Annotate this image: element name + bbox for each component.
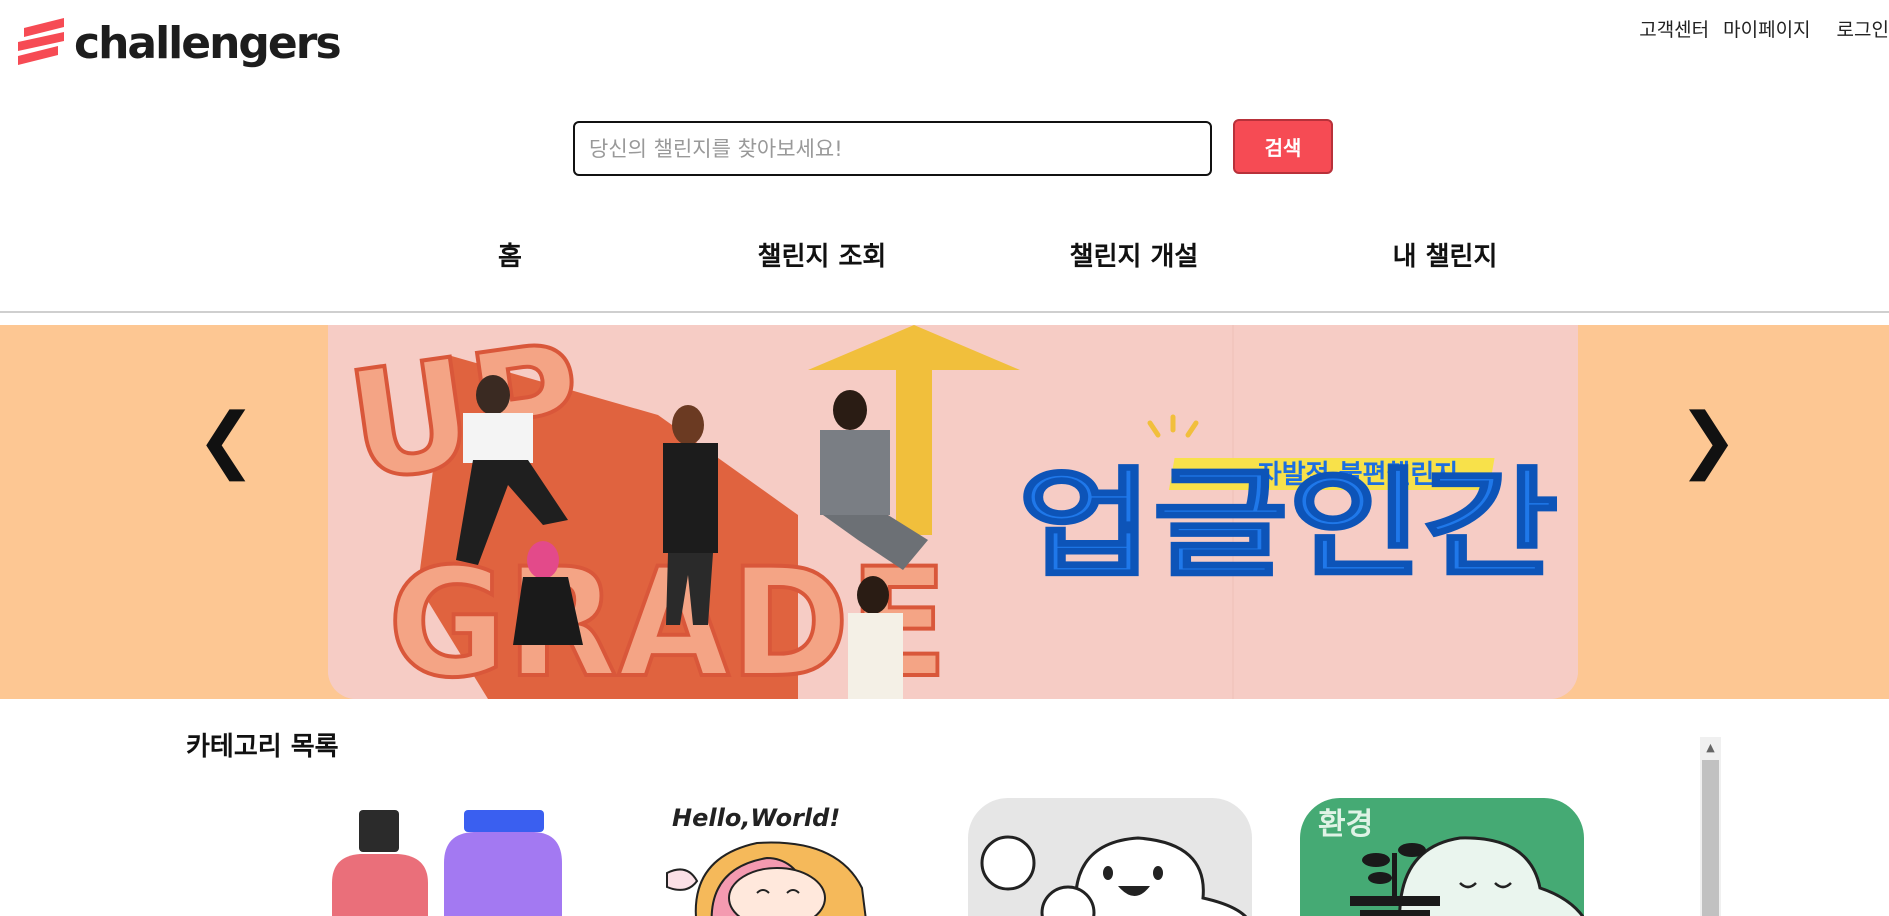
nav-home[interactable]: 홈 (498, 236, 522, 273)
scroll-up-arrow-icon[interactable]: ▲ (1700, 737, 1721, 758)
category-card-bottles[interactable] (324, 798, 608, 916)
header-divider (0, 311, 1889, 313)
search-button[interactable]: 검색 (1233, 119, 1333, 174)
main-nav: 홈 챌린지 조회 챌린지 개설 내 챌린지 (0, 236, 1889, 276)
bottles-icon (324, 798, 608, 916)
upgrade-banner-art: UP GRADE 자발적 불편챌린지 (328, 325, 1578, 699)
search-input[interactable] (573, 121, 1212, 176)
hello-world-text: Hello,World! (672, 804, 840, 832)
nav-create-challenge[interactable]: 챌린지 개설 (1070, 236, 1199, 273)
hello-world-icon: Hello,World! (637, 798, 921, 916)
banner-slide-image[interactable]: UP GRADE 자발적 불편챌린지 (328, 325, 1578, 699)
mypage-link[interactable]: 마이페이지 (1723, 15, 1810, 42)
cheer-icon (968, 798, 1252, 916)
logo[interactable]: challengers (18, 18, 342, 70)
category-card-environment[interactable]: 환경 (1300, 798, 1584, 916)
category-scrollbar[interactable]: ▲ (1700, 737, 1721, 916)
support-link[interactable]: 고객센터 (1639, 15, 1709, 42)
category-card-cheer[interactable] (968, 798, 1252, 916)
nav-my-challenges[interactable]: 내 챌린지 (1393, 236, 1498, 273)
brand-name: challengers (74, 18, 342, 69)
login-link[interactable]: 로그인 (1837, 15, 1889, 42)
environment-text: 환경 (1318, 807, 1373, 842)
carousel-next-button[interactable]: ❯ (1678, 403, 1738, 475)
banner-carousel: ❮ UP GRADE (0, 325, 1889, 699)
category-section-title: 카테고리 목록 (186, 732, 339, 762)
environment-icon: 환경 (1300, 798, 1584, 916)
logo-stripes-icon (18, 18, 64, 65)
carousel-prev-button[interactable]: ❮ (196, 403, 256, 475)
top-links: 고객센터 마이페이지 로그인 (1625, 15, 1889, 42)
nav-browse-challenges[interactable]: 챌린지 조회 (758, 236, 887, 273)
art-title-text: 업글인간 (1018, 455, 1558, 593)
header: challengers 고객센터 마이페이지 로그인 검색 홈 챌린지 조회 챌… (0, 0, 1889, 320)
category-card-hello-world[interactable]: Hello,World! (637, 798, 921, 916)
scroll-thumb[interactable] (1702, 760, 1719, 916)
